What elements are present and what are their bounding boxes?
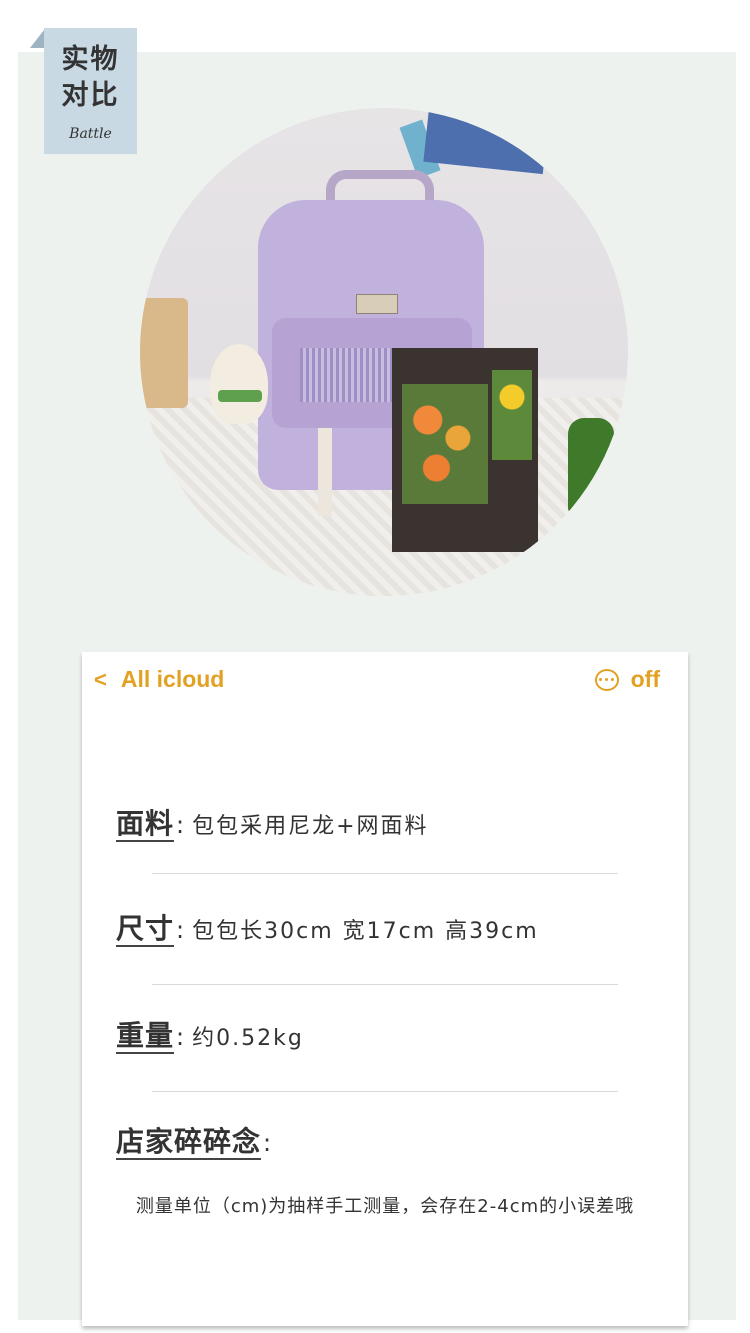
spec-key: 店家碎碎念: [116, 1125, 262, 1160]
spec-value: 包包采用尼龙+网面料: [192, 814, 429, 839]
back-label: All icloud: [120, 666, 225, 692]
spec-key: 尺寸: [116, 912, 175, 947]
more-label: off: [630, 666, 660, 692]
spec-row-size: 尺寸 : 包包长30cm 宽17cm 高39cm: [116, 907, 539, 947]
spec-key: 面料: [116, 807, 175, 842]
backpack-label: [356, 294, 398, 314]
section-tag: 实物 对比 Battle: [44, 28, 137, 154]
green-bottle: [568, 418, 614, 514]
chevron-left-icon: <: [94, 666, 107, 692]
divider: [152, 873, 618, 874]
tag-title-line2: 对比: [61, 80, 120, 111]
spec-key: 重量: [116, 1019, 175, 1054]
info-card: < All icloud off 面料 : 包包采用尼龙+网面料 尺寸 : 包包…: [82, 652, 688, 1326]
spec-value: 约0.52kg: [192, 1026, 304, 1051]
tag-title: 实物 对比: [44, 42, 137, 114]
product-photo: [140, 108, 628, 596]
spec-value: 包包长30cm 宽17cm 高39cm: [192, 919, 539, 944]
spec-row-notes: 店家碎碎念 :: [116, 1120, 279, 1160]
spec-row-material: 面料 : 包包采用尼龙+网面料: [116, 802, 429, 842]
tag-fold: [30, 30, 44, 48]
more-dots-icon: [594, 668, 619, 691]
snack-bag: [140, 298, 188, 408]
more-button[interactable]: off: [594, 666, 660, 693]
back-button[interactable]: < All icloud: [94, 666, 224, 693]
bear-scarf: [218, 390, 262, 402]
wall-poster: [423, 108, 549, 175]
yellow-tulips: [492, 370, 532, 460]
bear-charm: [210, 344, 268, 424]
spec-row-weight: 重量 : 约0.52kg: [116, 1014, 304, 1054]
tulips: [402, 384, 488, 504]
divider: [152, 1091, 618, 1092]
tag-subtitle: Battle: [69, 126, 112, 142]
tag-title-line1: 实物: [61, 44, 120, 75]
measurement-note: 测量单位（cm)为抽样手工测量，会存在2-4cm的小误差哦: [135, 1196, 635, 1217]
divider: [152, 984, 618, 985]
backpack-strap: [318, 428, 332, 516]
